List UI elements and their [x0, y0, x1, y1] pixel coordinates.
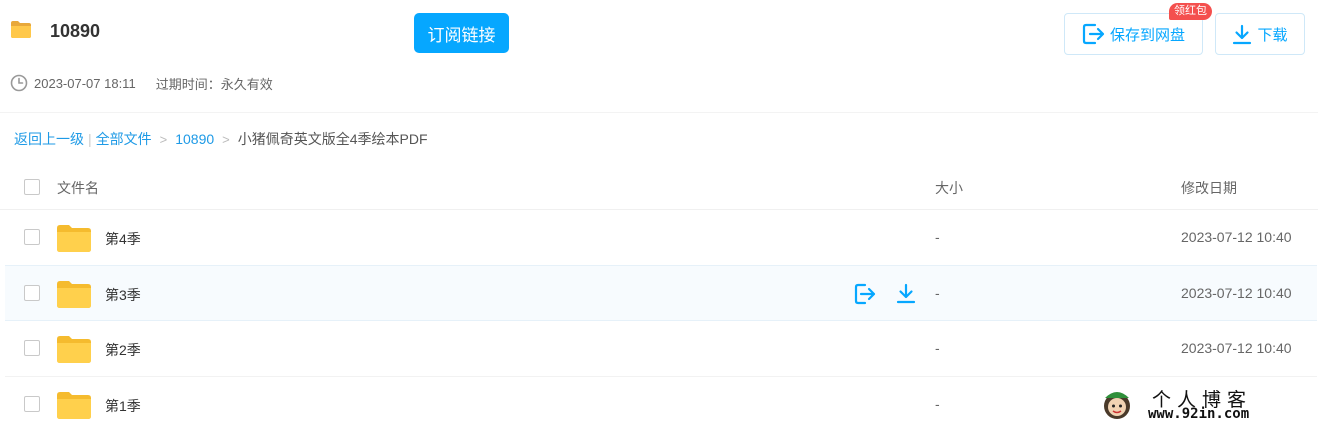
watermark-url: www.92in.com: [1148, 406, 1250, 422]
back-link[interactable]: 返回上一级: [14, 129, 84, 149]
breadcrumb: 返回上一级 | 全部文件 > 10890 > 小猪佩奇英文版全4季绘本PDF: [14, 130, 428, 148]
expire-info: 过期时间：永久有效: [155, 76, 273, 92]
row-checkbox[interactable]: [24, 229, 40, 245]
table-row[interactable]: 第3季 - 2023-07-12 10:40: [5, 265, 1317, 321]
all-files-link[interactable]: 全部文件: [96, 129, 152, 149]
clock-icon: [10, 74, 28, 92]
file-name[interactable]: 第1季: [105, 396, 141, 416]
download-button[interactable]: 下载: [1215, 13, 1305, 55]
file-size: -: [935, 396, 940, 412]
column-size[interactable]: 大小: [935, 178, 963, 198]
folder-icon: [57, 336, 91, 363]
folder-icon: [57, 281, 91, 308]
table-row[interactable]: 第4季 - 2023-07-12 10:40: [5, 210, 1317, 266]
blog-logo-icon: [1104, 392, 1130, 419]
table-row[interactable]: 第2季 - 2023-07-12 10:40: [5, 321, 1317, 377]
breadcrumb-separator: >: [159, 131, 168, 147]
red-packet-badge[interactable]: 领红包: [1169, 3, 1212, 20]
row-checkbox[interactable]: [24, 340, 40, 356]
file-date: 2023-07-12 10:40: [1181, 285, 1292, 301]
table-header: 文件名 大小 修改日期: [0, 164, 1318, 210]
share-title: 10890: [50, 21, 101, 41]
save-to-disk-icon: [1082, 23, 1105, 45]
column-date[interactable]: 修改日期: [1181, 178, 1237, 198]
download-label: 下载: [1257, 26, 1288, 44]
folder-icon: [57, 392, 91, 419]
folder-icon: [11, 21, 31, 38]
select-all-checkbox[interactable]: [24, 179, 40, 195]
file-name[interactable]: 第3季: [105, 285, 141, 305]
subscribe-button[interactable]: 订阅链接: [414, 13, 509, 53]
file-date: 2023-07-12 10:40: [1181, 229, 1292, 245]
current-folder: 小猪佩奇英文版全4季绘本PDF: [237, 131, 428, 147]
breadcrumb-pipe: |: [88, 131, 92, 147]
watermark: 个人博客 www.92in.com: [1100, 386, 1300, 426]
folder-icon: [57, 225, 91, 252]
row-checkbox[interactable]: [24, 396, 40, 412]
file-size: -: [935, 285, 940, 301]
created-time: 2023-07-07 18:11: [34, 75, 136, 91]
download-icon[interactable]: [894, 282, 918, 306]
download-icon: [1233, 24, 1252, 44]
file-name[interactable]: 第2季: [105, 340, 141, 360]
save-to-disk-label: 保存到网盘: [1109, 26, 1185, 44]
file-size: -: [935, 229, 940, 245]
file-size: -: [935, 340, 940, 356]
file-name[interactable]: 第4季: [105, 229, 141, 249]
column-name[interactable]: 文件名: [57, 178, 99, 198]
row-checkbox[interactable]: [24, 285, 40, 301]
divider: [0, 112, 1318, 113]
save-to-disk-icon[interactable]: [853, 282, 877, 306]
share-meta: 2023-07-07 18:11 过期时间：永久有效: [10, 74, 273, 92]
folder-link[interactable]: 10890: [175, 131, 214, 147]
breadcrumb-separator: >: [222, 131, 230, 147]
file-date: 2023-07-12 10:40: [1181, 340, 1292, 356]
